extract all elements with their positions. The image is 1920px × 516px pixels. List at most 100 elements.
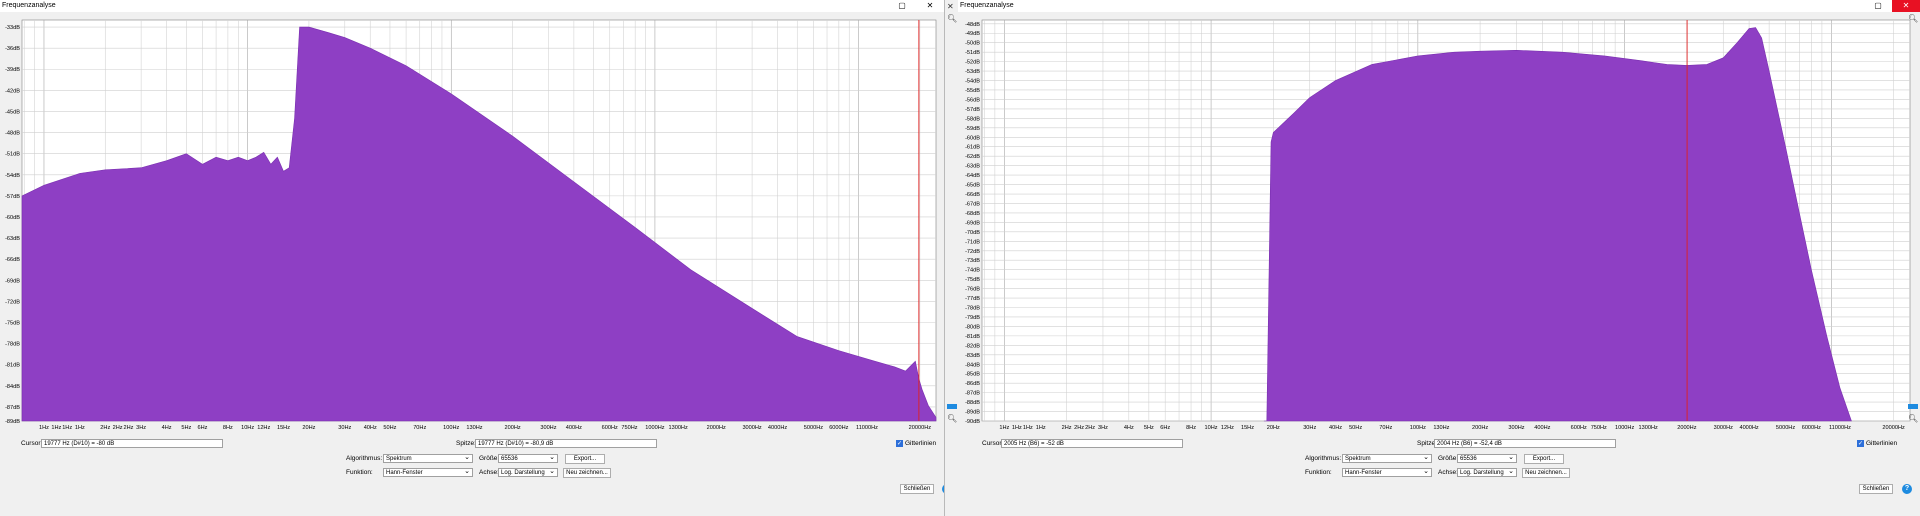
- y-tick-label: -87dB: [5, 405, 20, 411]
- x-tick-label: 40Hz: [364, 425, 377, 431]
- x-tick-label: 400Hz: [1534, 425, 1550, 431]
- magnifier-icon[interactable]: 🔍︎: [947, 414, 957, 423]
- y-tick-label: -74dB: [965, 268, 980, 274]
- x-tick-label: 1Hz: [39, 425, 49, 431]
- left-close-button[interactable]: Schließen: [900, 484, 934, 494]
- y-tick-label: -80dB: [965, 324, 980, 330]
- left-peak-label: Spitze:: [456, 440, 476, 447]
- x-tick-label: 600Hz: [602, 425, 618, 431]
- maximize-icon[interactable]: ▢: [1864, 0, 1892, 12]
- right-algorithm-label: Algorithmus:: [1305, 455, 1342, 462]
- x-tick-label: 3000Hz: [742, 425, 761, 431]
- x-tick-label: 15Hz: [277, 425, 290, 431]
- y-tick-label: -78dB: [965, 306, 980, 312]
- x-tick-label: 130Hz: [466, 425, 482, 431]
- right-window-title: Frequenzanalyse: [960, 2, 1014, 9]
- right-axis-select[interactable]: Log. Darstellung: [1457, 468, 1517, 477]
- left-grid-checkbox[interactable]: ✓: [896, 440, 903, 447]
- y-tick-label: -53dB: [965, 69, 980, 75]
- x-tick-label: 20Hz: [302, 425, 315, 431]
- x-tick-label: 1300Hz: [668, 425, 687, 431]
- left-titlebar: Frequenzanalyse ▢ ✕: [0, 0, 944, 12]
- left-function-select[interactable]: Hann-Fenster: [383, 468, 473, 477]
- y-tick-label: -76dB: [965, 287, 980, 293]
- right-grid-checkbox[interactable]: ✓: [1857, 440, 1864, 447]
- left-help-icon[interactable]: ?: [942, 484, 944, 494]
- left-redraw-button[interactable]: Neu zeichnen...: [563, 468, 611, 478]
- left-axis-label: Achse:: [479, 469, 499, 476]
- magnifier-icon[interactable]: 🔍︎: [1908, 14, 1918, 23]
- right-algorithm-select[interactable]: Spektrum: [1342, 454, 1432, 463]
- magnifier-icon[interactable]: 🔍︎: [947, 14, 957, 23]
- x-tick-label: 5Hz: [181, 425, 191, 431]
- right-export-button[interactable]: Export...: [1524, 454, 1564, 464]
- x-tick-label: 5Hz: [1144, 425, 1154, 431]
- x-tick-label: 4000Hz: [768, 425, 787, 431]
- right-grid-label: Gitterlinien: [1866, 440, 1898, 447]
- x-tick-label: 2000Hz: [1677, 425, 1696, 431]
- x-tick-label: 4Hz: [162, 425, 172, 431]
- right-titlebar: Frequenzanalyse ▢ ✕: [958, 0, 1920, 12]
- x-tick-label: 750Hz: [621, 425, 637, 431]
- y-tick-label: -72dB: [965, 249, 980, 255]
- x-tick-label: 2Hz: [1085, 425, 1095, 431]
- left-axis-select[interactable]: Log. Darstellung: [498, 468, 558, 477]
- left-algorithm-select[interactable]: Spektrum: [383, 454, 473, 463]
- y-tick-label: -65dB: [965, 183, 980, 189]
- x-tick-label: 1300Hz: [1639, 425, 1658, 431]
- y-tick-label: -63dB: [5, 236, 20, 242]
- y-tick-label: -84dB: [5, 384, 20, 390]
- close-icon[interactable]: ✕: [916, 0, 944, 12]
- y-tick-label: -58dB: [965, 116, 980, 122]
- y-tick-label: -84dB: [965, 362, 980, 368]
- y-tick-label: -77dB: [965, 296, 980, 302]
- x-tick-label: 200Hz: [504, 425, 520, 431]
- y-tick-label: -59dB: [965, 126, 980, 132]
- slider-thumb[interactable]: [947, 404, 957, 409]
- y-tick-label: -85dB: [965, 372, 980, 378]
- y-tick-label: -54dB: [965, 79, 980, 85]
- maximize-icon[interactable]: ▢: [888, 0, 916, 12]
- x-tick-label: 5000Hz: [804, 425, 823, 431]
- right-close-button[interactable]: Schließen: [1859, 484, 1893, 494]
- right-function-label: Funktion:: [1305, 469, 1332, 476]
- right-help-icon[interactable]: ?: [1902, 484, 1912, 494]
- y-tick-label: -72dB: [5, 299, 20, 305]
- y-tick-label: -49dB: [965, 31, 980, 37]
- left-cursor-label: Cursor:: [21, 440, 43, 447]
- right-size-select[interactable]: 65536: [1457, 454, 1517, 463]
- close-icon[interactable]: ✕: [947, 2, 954, 11]
- y-tick-label: -55dB: [965, 88, 980, 94]
- right-redraw-button[interactable]: Neu zeichnen...: [1522, 468, 1570, 478]
- x-tick-label: 3Hz: [136, 425, 146, 431]
- y-tick-label: -33dB: [5, 25, 20, 31]
- y-tick-label: -70dB: [965, 230, 980, 236]
- y-tick-label: -90dB: [965, 419, 980, 425]
- y-tick-label: -83dB: [965, 353, 980, 359]
- x-tick-label: 600Hz: [1571, 425, 1587, 431]
- left-cursor-field: 19777 Hz (D#10) = -80 dB: [41, 439, 223, 448]
- x-tick-label: 300Hz: [1508, 425, 1524, 431]
- spectrum-area: [1263, 27, 1852, 422]
- x-tick-label: 20000Hz: [909, 425, 932, 431]
- y-tick-label: -75dB: [5, 321, 20, 327]
- left-size-select[interactable]: 65536: [498, 454, 558, 463]
- right-spectrum-plot[interactable]: -48dB -49dB -50dB -51dB -52dB -53dB -54dB -55dB…: [958, 14, 1920, 434]
- x-tick-label: 1Hz: [62, 425, 72, 431]
- y-tick-label: -89dB: [965, 410, 980, 416]
- y-tick-label: -68dB: [965, 211, 980, 217]
- x-tick-label: 11000Hz: [1829, 425, 1851, 431]
- left-spectrum-plot[interactable]: -33dB -36dB -39dB -42dB -45dB -48dB -51dB -54dB…: [0, 14, 944, 434]
- slider-thumb[interactable]: [1908, 404, 1918, 409]
- left-export-button[interactable]: Export...: [565, 454, 605, 464]
- close-icon[interactable]: ✕: [1892, 0, 1920, 12]
- right-function-select[interactable]: Hann-Fenster: [1342, 468, 1432, 477]
- y-tick-label: -75dB: [965, 277, 980, 283]
- left-window-title: Frequenzanalyse: [2, 2, 56, 9]
- x-tick-label: 200Hz: [1472, 425, 1488, 431]
- left-peak-field: 19777 Hz (D#10) = -80,9 dB: [475, 439, 657, 448]
- x-tick-label: 2Hz: [113, 425, 123, 431]
- magnifier-icon[interactable]: 🔍︎: [1908, 414, 1918, 423]
- x-tick-label: 40Hz: [1329, 425, 1342, 431]
- x-tick-label: 20000Hz: [1882, 425, 1905, 431]
